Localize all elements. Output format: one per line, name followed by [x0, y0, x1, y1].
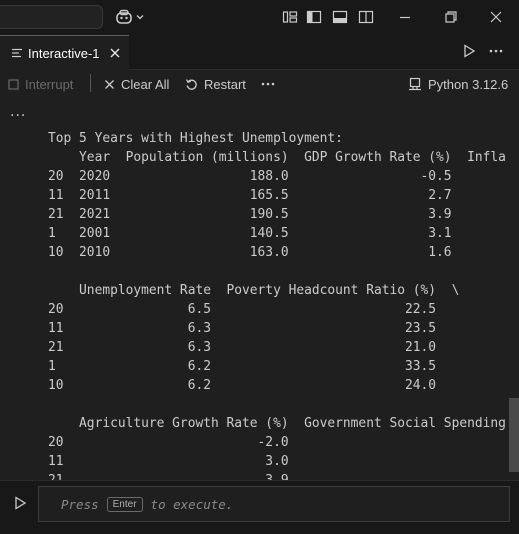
restore-icon[interactable]: [443, 9, 459, 25]
close-icon: [105, 79, 114, 89]
title-bar: [0, 0, 519, 35]
chevron-down-icon: [136, 15, 144, 20]
output-line: Unemployment Rate Poverty Headcount Rati…: [48, 283, 460, 298]
interrupt-label: Interrupt: [25, 76, 74, 92]
customize-layout-icon[interactable]: [282, 9, 298, 25]
input-prompt-before: Press: [61, 496, 99, 512]
more-actions-icon[interactable]: [488, 44, 504, 58]
output-line: 11 6.3 23.5: [48, 321, 437, 336]
output-line: 21 2021 190.5 3.9: [48, 207, 452, 222]
close-tab-icon[interactable]: [109, 47, 121, 59]
output-line: Year Population (millions) GDP Growth Ra…: [48, 150, 506, 165]
output-text: Top 5 Years with Highest Unemployment: Y…: [48, 129, 506, 480]
clear-all-button[interactable]: Clear All: [104, 70, 169, 98]
output-line: 10 2010 163.0 1.6: [48, 245, 452, 260]
output-line: 11 3.0: [48, 454, 289, 469]
toolbar-more-button[interactable]: [260, 70, 276, 98]
tab-label: Interactive-1: [28, 45, 100, 61]
run-cell-icon[interactable]: [13, 496, 27, 510]
output-line: 1 6.2 33.5: [48, 359, 437, 374]
run-icon[interactable]: [462, 44, 476, 58]
toggle-secondary-sidebar-icon[interactable]: [358, 9, 374, 25]
copilot-menu[interactable]: [115, 8, 149, 26]
toggle-primary-sidebar-icon[interactable]: [306, 9, 322, 25]
editor-tab-bar: Interactive-1: [0, 35, 519, 70]
enter-key-badge: Enter: [106, 496, 143, 512]
input-area: Press Enter to execute.: [0, 480, 519, 534]
output-line: Agriculture Growth Rate (%) Government S…: [48, 416, 506, 431]
stop-icon: [8, 78, 19, 90]
output-line: 1 2001 140.5 3.1: [48, 226, 452, 241]
input-prompt-after: to execute.: [150, 496, 234, 512]
copilot-icon: [116, 9, 132, 24]
code-input[interactable]: Press Enter to execute.: [38, 486, 510, 522]
interactive-window-icon: [12, 48, 22, 58]
clear-all-label: Clear All: [121, 76, 170, 92]
output-line: 11 2011 165.5 2.7: [48, 188, 452, 203]
kernel-picker[interactable]: Python 3.12.6: [408, 70, 508, 98]
minimize-icon[interactable]: [397, 9, 413, 25]
toggle-panel-icon[interactable]: [332, 9, 348, 25]
restart-label: Restart: [204, 76, 246, 92]
output-line: 20 -2.0: [48, 435, 289, 450]
output-collapse-ellipsis[interactable]: ...: [10, 104, 26, 120]
restart-icon: [185, 78, 197, 90]
kernel-label: Python 3.12.6: [428, 76, 509, 92]
toolbar-divider: [90, 74, 91, 92]
interactive-toolbar: Interrupt Clear All Restart Python 3.12.…: [0, 70, 519, 98]
kernel-icon: [409, 77, 421, 91]
restart-button[interactable]: Restart: [185, 70, 246, 98]
close-window-icon[interactable]: [488, 9, 504, 25]
more-icon: [261, 82, 275, 86]
output-line: 10 6.2 24.0: [48, 378, 437, 393]
output-line: 20 2020 188.0 -0.5: [48, 169, 452, 184]
cell-output: ... Top 5 Years with Highest Unemploymen…: [0, 98, 519, 480]
output-scrollbar[interactable]: [509, 398, 519, 472]
command-center-search[interactable]: [0, 5, 103, 29]
output-line: 21 6.3 21.0: [48, 340, 437, 355]
output-line: 21 3.9: [48, 471, 506, 480]
interrupt-button[interactable]: Interrupt: [8, 70, 73, 98]
tab-interactive-1[interactable]: Interactive-1: [0, 35, 129, 70]
output-line: 20 6.5 22.5: [48, 302, 437, 317]
output-line: Top 5 Years with Highest Unemployment:: [48, 131, 343, 146]
